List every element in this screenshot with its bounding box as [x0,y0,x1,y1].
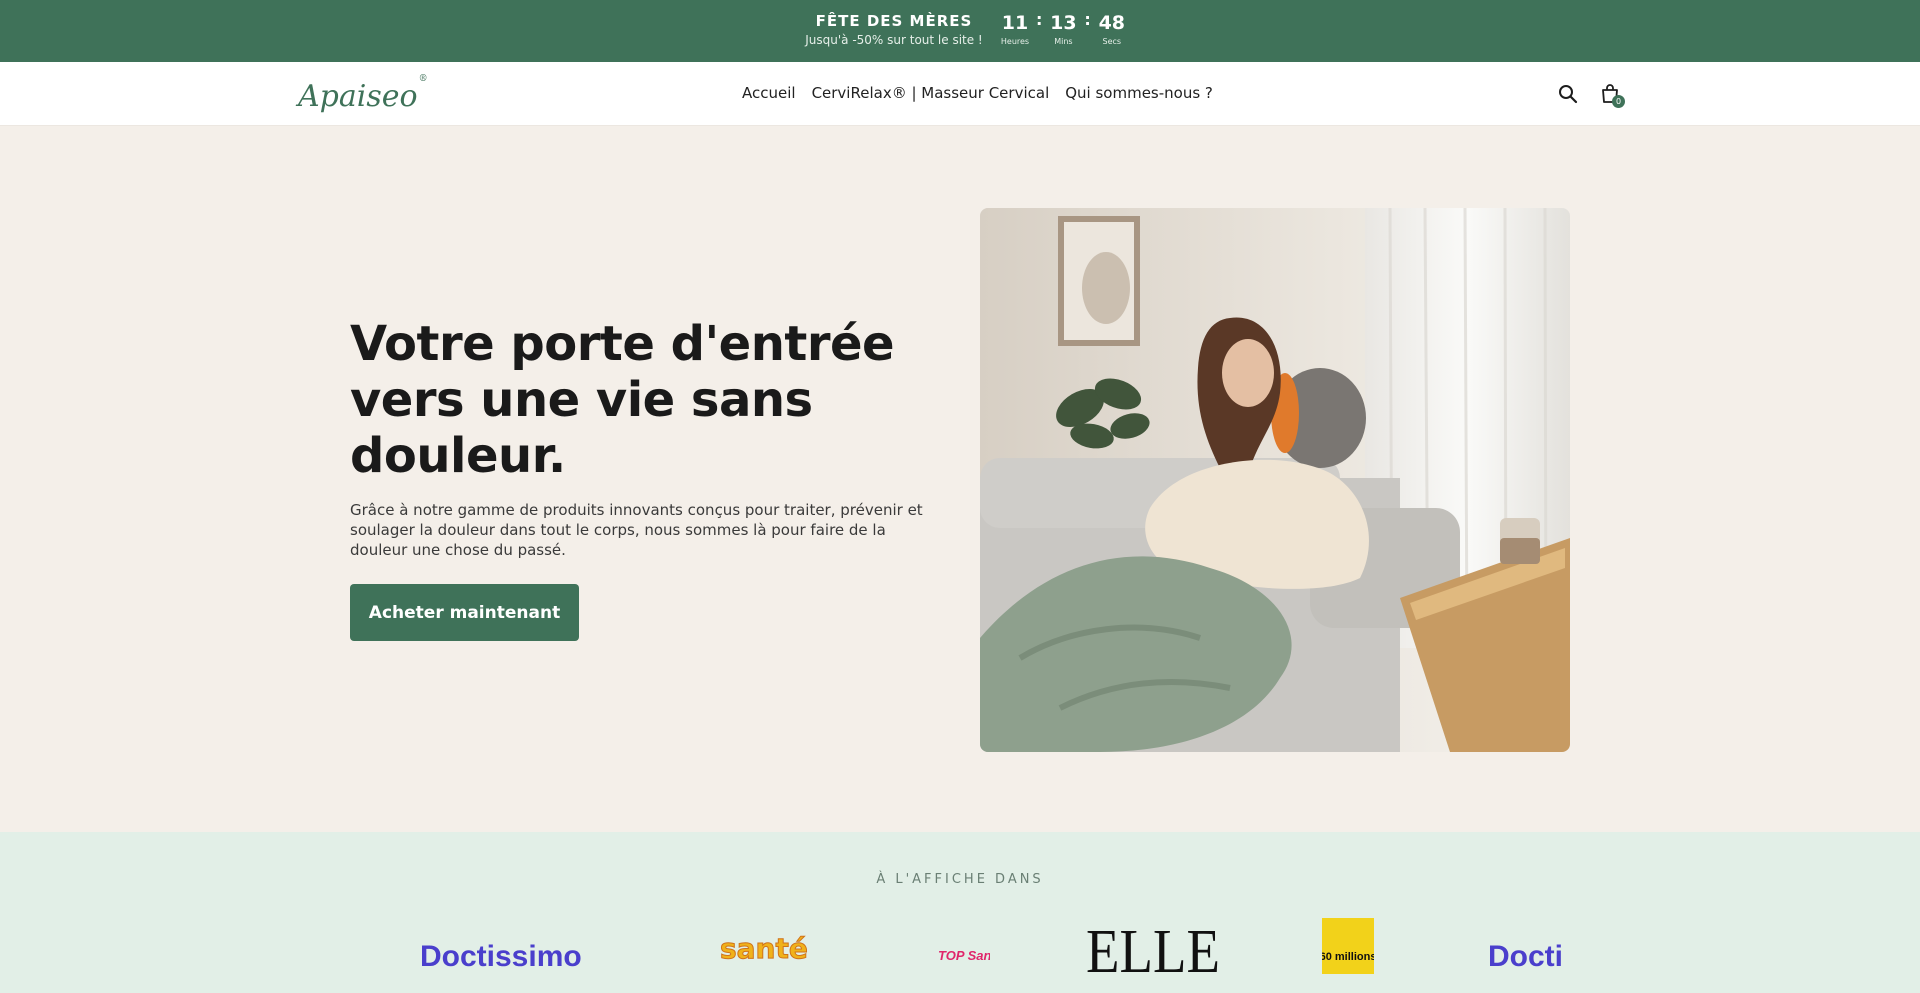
site-header: Apaiseo® Accueil CerviRelax® | Masseur C… [0,62,1920,126]
press-logo-doctissimo: Doctissimo [420,936,600,980]
nav-item-qui-sommes-nous[interactable]: Qui sommes-nous ? [1065,84,1213,102]
search-icon[interactable] [1556,82,1580,106]
timer-mins-value: 13 [1050,12,1077,34]
hero-image [980,208,1570,752]
timer-mins: 13 Mins [1048,11,1078,47]
elle-wordmark: ELLE [1086,918,1220,978]
shop-now-button[interactable]: Acheter maintenant [350,584,579,641]
hero-description: Grâce à notre gamme de produits innovant… [350,501,923,559]
press-logo-60-millions: 60 millions [1320,918,1376,978]
announcement-bar: FÊTE DES MÈRES Jusqu'à -50% sur tout le … [0,0,1920,62]
sante-wordmark: santé [720,932,808,965]
header-icons: 0 [1556,82,1625,108]
logo-text: Apaiseo [298,79,418,114]
press-logos-carousel: Doctissimo santé TOP Santé ELLE 60 milli… [418,918,1570,988]
press-logo-doctissimo-repeat: Docti [1488,936,1570,980]
timer-secs: 48 Secs [1097,11,1127,47]
press-logo-sante: santé [718,928,828,976]
timer-hours-value: 11 [1001,12,1029,34]
sixty-millions-wordmark: 60 millions [1322,951,1374,963]
timer-secs-value: 48 [1098,12,1126,34]
main-nav: Accueil CerviRelax® | Masseur Cervical Q… [742,84,1213,102]
doctissimo-wordmark: Doctissimo [420,940,582,973]
top-sante-wordmark: TOP Santé [938,948,990,963]
press-logo-elle: ELLE [1086,918,1226,986]
timer-secs-label: Secs [1102,37,1122,46]
doctissimo-wordmark-repeat: Docti [1488,940,1563,973]
site-logo[interactable]: Apaiseo® [298,74,428,116]
hero-title: Votre porte d'entrée vers une vie sans d… [350,316,895,484]
timer-separator: : [1084,10,1091,29]
timer-hours: 11 Heures [1000,11,1030,47]
nav-item-accueil[interactable]: Accueil [742,84,796,102]
cart-icon[interactable]: 0 [1598,82,1625,108]
press-logo-top-sante: TOP Santé [934,930,1003,974]
timer-separator: : [1036,10,1043,29]
logo-registered-mark: ® [418,74,428,84]
promo-subtitle: Jusqu'à -50% sur tout le site ! [805,33,983,47]
nav-item-cervirelax[interactable]: CerviRelax® | Masseur Cervical [812,84,1050,102]
promo-block: FÊTE DES MÈRES Jusqu'à -50% sur tout le … [780,12,1008,48]
timer-mins-label: Mins [1054,37,1073,46]
promo-title: FÊTE DES MÈRES [815,12,973,30]
cart-count-badge: 0 [1612,95,1625,108]
countdown-timer: 11 Heures : 13 Mins : 48 Secs [1000,11,1127,47]
press-section: À L'AFFICHE DANS Doctissimo santé TOP Sa… [0,832,1920,993]
press-title: À L'AFFICHE DANS [876,872,1044,887]
timer-hours-label: Heures [1000,37,1030,46]
